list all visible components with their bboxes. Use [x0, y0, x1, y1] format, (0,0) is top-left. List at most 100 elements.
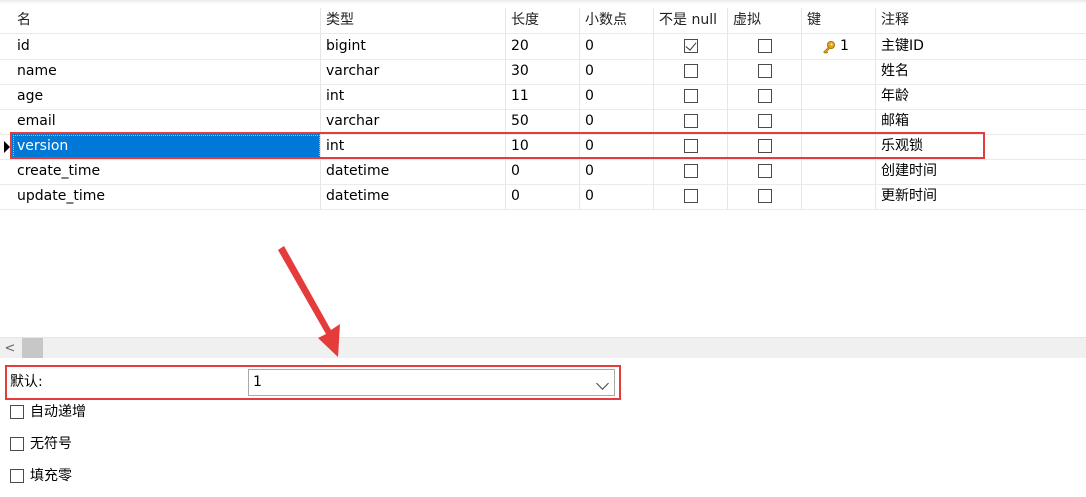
- virtual-checkbox[interactable]: [758, 114, 772, 128]
- virtual-cell: [728, 34, 802, 59]
- table-row[interactable]: email varchar 50 0 邮箱: [0, 109, 1086, 135]
- field-type-cell[interactable]: datetime: [321, 159, 506, 184]
- virtual-cell: [728, 109, 802, 134]
- key-cell[interactable]: [802, 184, 876, 209]
- key-cell[interactable]: [802, 59, 876, 84]
- field-length-cell[interactable]: 20: [506, 34, 580, 59]
- field-length-cell[interactable]: 0: [506, 159, 580, 184]
- field-name-cell[interactable]: create_time: [12, 159, 321, 184]
- not-null-checkbox[interactable]: [684, 64, 698, 78]
- field-decimal-cell[interactable]: 0: [580, 34, 654, 59]
- not-null-cell: [654, 109, 728, 134]
- field-length-cell[interactable]: 50: [506, 109, 580, 134]
- field-type-cell[interactable]: datetime: [321, 184, 506, 209]
- field-name-cell[interactable]: update_time: [12, 184, 321, 209]
- current-row-indicator: [0, 134, 12, 159]
- field-comment-cell[interactable]: 主键ID: [876, 34, 1086, 59]
- not-null-checkbox[interactable]: [684, 89, 698, 103]
- column-header-not-null[interactable]: 不是 null: [654, 8, 728, 33]
- table-row[interactable]: update_time datetime 0 0 更新时间: [0, 184, 1086, 210]
- field-comment-cell[interactable]: 年龄: [876, 84, 1086, 109]
- field-type-cell[interactable]: int: [321, 134, 506, 159]
- virtual-checkbox[interactable]: [758, 89, 772, 103]
- default-label: 默认:: [10, 374, 43, 390]
- scroll-left-button[interactable]: <: [0, 338, 20, 359]
- field-decimal-cell[interactable]: 0: [580, 84, 654, 109]
- field-length-cell[interactable]: 0: [506, 184, 580, 209]
- column-header-decimal[interactable]: 小数点: [580, 8, 654, 33]
- field-name-cell[interactable]: id: [12, 34, 321, 59]
- virtual-checkbox[interactable]: [758, 189, 772, 203]
- field-name-cell[interactable]: version: [12, 134, 321, 159]
- key-cell[interactable]: 1: [802, 34, 876, 59]
- default-value: 1: [253, 374, 262, 390]
- field-decimal-cell[interactable]: 0: [580, 134, 654, 159]
- field-comment-cell[interactable]: 更新时间: [876, 184, 1086, 209]
- virtual-checkbox[interactable]: [758, 64, 772, 78]
- field-decimal-cell[interactable]: 0: [580, 159, 654, 184]
- field-length-cell[interactable]: 11: [506, 84, 580, 109]
- key-order: 1: [840, 38, 849, 54]
- field-length-cell[interactable]: 10: [506, 134, 580, 159]
- horizontal-scrollbar[interactable]: <: [0, 337, 1086, 359]
- table-row[interactable]: name varchar 30 0 姓名: [0, 59, 1086, 85]
- not-null-checkbox[interactable]: [684, 139, 698, 153]
- grid-header-row: 名 类型 长度 小数点 不是 null 虚拟 键 注释: [0, 8, 1086, 34]
- field-type-cell[interactable]: varchar: [321, 59, 506, 84]
- column-header-virtual[interactable]: 虚拟: [728, 8, 802, 33]
- row-pointer-icon: [4, 141, 10, 153]
- field-name-cell[interactable]: email: [12, 109, 321, 134]
- key-cell[interactable]: [802, 159, 876, 184]
- field-type-cell[interactable]: int: [321, 84, 506, 109]
- table-row[interactable]: create_time datetime 0 0 创建时间: [0, 159, 1086, 185]
- virtual-cell: [728, 59, 802, 84]
- virtual-checkbox[interactable]: [758, 139, 772, 153]
- field-comment-cell[interactable]: 创建时间: [876, 159, 1086, 184]
- column-header-length[interactable]: 长度: [506, 8, 580, 33]
- field-decimal-cell[interactable]: 0: [580, 109, 654, 134]
- fields-grid: 名 类型 长度 小数点 不是 null 虚拟 键 注释 id bigint 20…: [0, 0, 1086, 338]
- column-header-key[interactable]: 键: [802, 8, 876, 33]
- key-cell[interactable]: [802, 134, 876, 159]
- grid-top-edge: [0, 0, 1086, 4]
- field-type-cell[interactable]: bigint: [321, 34, 506, 59]
- field-name-cell[interactable]: age: [12, 84, 321, 109]
- not-null-cell: [654, 59, 728, 84]
- not-null-checkbox[interactable]: [684, 39, 698, 53]
- scroll-thumb[interactable]: [22, 338, 43, 359]
- default-value-select[interactable]: 1: [248, 369, 615, 396]
- field-length-cell[interactable]: 30: [506, 59, 580, 84]
- not-null-cell: [654, 184, 728, 209]
- chevron-down-icon: [596, 377, 609, 390]
- key-cell[interactable]: [802, 84, 876, 109]
- field-comment-cell[interactable]: 乐观锁: [876, 134, 1086, 159]
- not-null-checkbox[interactable]: [684, 114, 698, 128]
- virtual-cell: [728, 84, 802, 109]
- table-row[interactable]: age int 11 0 年龄: [0, 84, 1086, 110]
- not-null-cell: [654, 34, 728, 59]
- unsigned-label: 无符号: [30, 436, 72, 452]
- not-null-checkbox[interactable]: [684, 164, 698, 178]
- zerofill-checkbox[interactable]: [10, 469, 24, 483]
- field-name-cell[interactable]: name: [12, 59, 321, 84]
- unsigned-checkbox[interactable]: [10, 437, 24, 451]
- field-type-cell[interactable]: varchar: [321, 109, 506, 134]
- virtual-checkbox[interactable]: [758, 39, 772, 53]
- field-decimal-cell[interactable]: 0: [580, 184, 654, 209]
- key-icon: [823, 41, 835, 54]
- field-comment-cell[interactable]: 姓名: [876, 59, 1086, 84]
- virtual-cell: [728, 134, 802, 159]
- virtual-checkbox[interactable]: [758, 164, 772, 178]
- not-null-checkbox[interactable]: [684, 189, 698, 203]
- auto-increment-checkbox[interactable]: [10, 405, 24, 419]
- column-header-name[interactable]: 名: [12, 8, 321, 33]
- table-row[interactable]: id bigint 20 0 1 主键ID: [0, 34, 1086, 60]
- table-row-selected[interactable]: version int 10 0 乐观锁: [0, 134, 1086, 160]
- key-cell[interactable]: [802, 109, 876, 134]
- column-header-comment[interactable]: 注释: [876, 8, 1086, 33]
- not-null-cell: [654, 134, 728, 159]
- column-header-type[interactable]: 类型: [321, 8, 506, 33]
- field-comment-cell[interactable]: 邮箱: [876, 109, 1086, 134]
- field-decimal-cell[interactable]: 0: [580, 59, 654, 84]
- virtual-cell: [728, 159, 802, 184]
